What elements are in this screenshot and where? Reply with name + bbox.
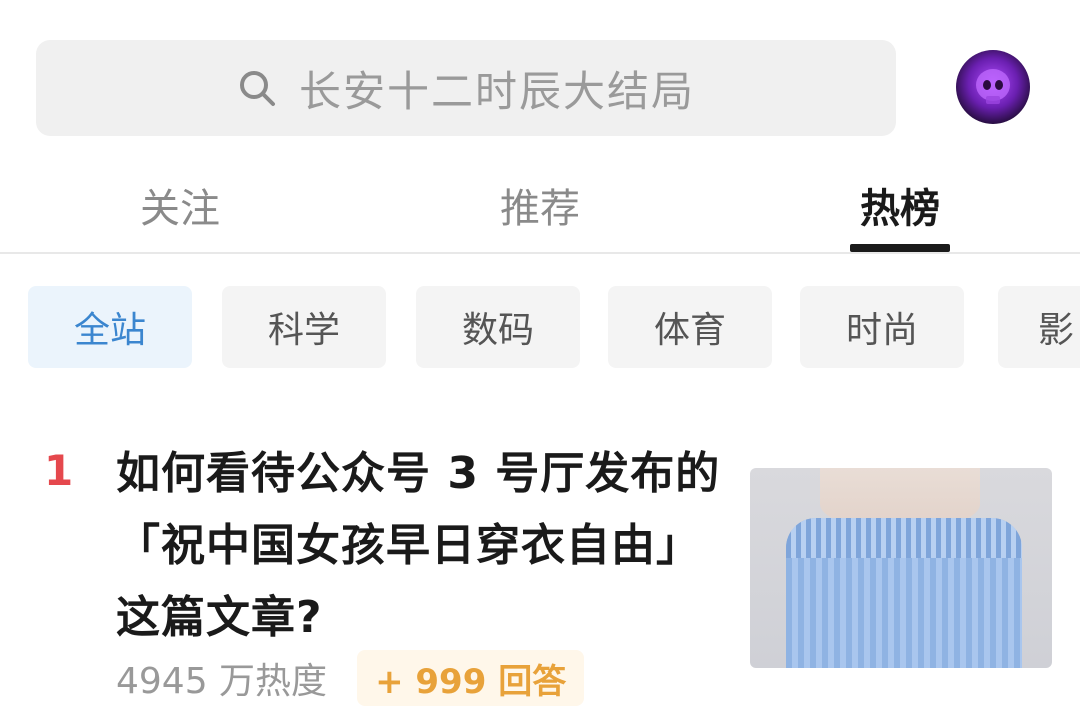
skull-avatar-icon bbox=[976, 69, 1010, 104]
category-chip-film[interactable]: 影 bbox=[998, 286, 1080, 368]
active-tab-indicator bbox=[850, 244, 950, 252]
answer-count-badge: + 999 回答 bbox=[357, 650, 585, 706]
rank-number: 1 bbox=[44, 446, 74, 495]
item-thumbnail[interactable] bbox=[750, 468, 1052, 668]
avatar[interactable] bbox=[956, 50, 1030, 124]
search-icon bbox=[239, 71, 275, 106]
tab-follow[interactable]: 关注 bbox=[100, 176, 260, 234]
hot-list-item[interactable]: 1 如何看待公众号 3 号厅发布的「祝中国女孩早日穿衣自由」这篇文章? 4945… bbox=[0, 430, 1080, 715]
item-meta: 4945 万热度 + 999 回答 bbox=[116, 648, 585, 708]
tabs-divider bbox=[0, 252, 1080, 254]
category-chips: 全站 科学 数码 体育 时尚 影 bbox=[0, 286, 1080, 368]
search-input[interactable]: 长安十二时辰大结局 bbox=[36, 40, 896, 136]
category-chip-all-site[interactable]: 全站 bbox=[28, 286, 192, 368]
heat-count: 4945 万热度 bbox=[116, 661, 328, 702]
item-title[interactable]: 如何看待公众号 3 号厅发布的「祝中国女孩早日穿衣自由」这篇文章? bbox=[116, 438, 726, 654]
hot-list-page: 长安十二时辰大结局 关注 推荐 热榜 全站 科学 数码 体育 时尚 影 1 如何… bbox=[0, 0, 1080, 715]
category-chip-sports[interactable]: 体育 bbox=[608, 286, 772, 368]
tab-hot-list[interactable]: 热榜 bbox=[820, 176, 980, 234]
top-tabs: 关注 推荐 热榜 bbox=[0, 160, 1080, 254]
thumbnail-frill bbox=[786, 518, 1022, 558]
category-chip-science[interactable]: 科学 bbox=[222, 286, 386, 368]
category-chip-digital[interactable]: 数码 bbox=[416, 286, 580, 368]
category-chip-fashion[interactable]: 时尚 bbox=[800, 286, 964, 368]
tab-recommend[interactable]: 推荐 bbox=[460, 176, 620, 234]
search-placeholder: 长安十二时辰大结局 bbox=[298, 66, 695, 116]
